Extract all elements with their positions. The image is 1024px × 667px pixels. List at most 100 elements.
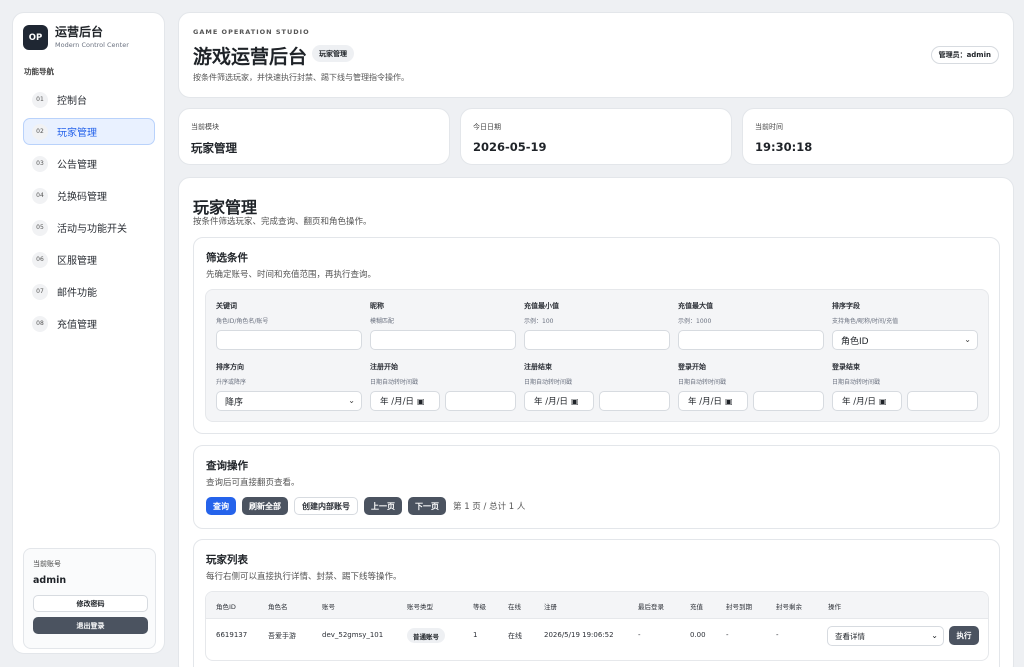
login-start-date-input[interactable]: 年 /月/日 ▣ — [678, 391, 748, 411]
nav-caption: 功能导航 — [24, 67, 54, 76]
account-panel: 当前账号 admin 修改密码 退出登录 — [23, 548, 156, 649]
sidebar-item-label: 充值管理 — [57, 320, 97, 331]
stat-today-date: 今日日期 2026-05-19 — [460, 108, 732, 165]
stat-value: 2026-05-19 — [473, 140, 547, 154]
register-start-date-input[interactable]: 年 /月/日 ▣ — [370, 391, 440, 411]
sidebar-item-players[interactable]: 02 玩家管理 — [23, 118, 155, 145]
stat-value: 玩家管理 — [191, 141, 237, 155]
app-subtitle: Modern Control Center — [55, 41, 129, 49]
register-end-date-input[interactable]: 年 /月/日 ▣ — [524, 391, 594, 411]
search-button[interactable]: 查询 — [206, 497, 236, 515]
selected-value: 角色ID — [841, 336, 869, 347]
keyword-input[interactable] — [216, 330, 362, 350]
sidebar-item-servers[interactable]: 06 区服管理 — [23, 246, 155, 273]
sidebar-item-dashboard[interactable]: 01 控制台 — [23, 86, 155, 113]
field-hint: 日期自动转时间戳 — [370, 379, 419, 386]
column-header: 角色名 — [268, 603, 288, 611]
sidebar-item-mail[interactable]: 07 邮件功能 — [23, 278, 155, 305]
cell-level: 1 — [473, 631, 478, 639]
calendar-icon[interactable]: ▣ — [417, 397, 425, 406]
cell-role-name: 吾爱手游 — [268, 632, 296, 640]
page-description: 按条件筛选玩家，并快速执行封禁、踢下线与管理指令操作。 — [193, 73, 409, 82]
date-placeholder: 年 /月/日 — [380, 397, 414, 407]
page-header: GAME OPERATION STUDIO 游戏运营后台 玩家管理 按条件筛选玩… — [178, 12, 1014, 98]
player-list-description: 每行右侧可以直接执行详情、封禁、踢下线等操作。 — [206, 572, 402, 582]
recharge-max-input[interactable] — [678, 330, 824, 350]
register-start-time-input[interactable] — [445, 391, 516, 411]
field-label: 注册开始 — [370, 363, 398, 371]
field-hint: 支持角色/昵称/时间/充值 — [832, 318, 899, 325]
app-logo: OP — [23, 25, 48, 50]
stat-current-time: 当前时间 19:30:18 — [742, 108, 1014, 165]
sidebar-item-recharge[interactable]: 08 充值管理 — [23, 310, 155, 337]
sidebar-item-redeem-codes[interactable]: 04 兑换码管理 — [23, 182, 155, 209]
stat-label: 当前模块 — [191, 123, 219, 131]
main-panel: 玩家管理 按条件筛选玩家、完成查询、翻页和角色操作。 筛选条件 先确定账号、时间… — [178, 177, 1014, 667]
field-hint: 日期自动转时间戳 — [832, 379, 881, 386]
account-caption: 当前账号 — [33, 560, 61, 568]
calendar-icon[interactable]: ▣ — [879, 397, 887, 406]
filter-register-end: 注册结束 日期自动转时间戳 年 /月/日 ▣ — [524, 362, 670, 411]
login-start-time-input[interactable] — [753, 391, 824, 411]
sidebar-item-label: 控制台 — [57, 96, 87, 107]
sidebar-item-label: 公告管理 — [57, 160, 97, 171]
player-table: 角色ID 角色名 账号 账号类型 等级 在线 注册 最后登录 充值 封号到期 封… — [205, 591, 989, 661]
create-internal-account-button[interactable]: 创建内部账号 — [294, 497, 358, 515]
sidebar-item-announcements[interactable]: 03 公告管理 — [23, 150, 155, 177]
field-hint: 日期自动转时间戳 — [524, 379, 573, 386]
cell-role-id: 6619137 — [216, 631, 248, 639]
nickname-input[interactable] — [370, 330, 516, 350]
sort-direction-select[interactable]: 降序 ⌄ — [216, 391, 362, 411]
field-hint: 日期自动转时间戳 — [678, 379, 727, 386]
calendar-icon[interactable]: ▣ — [571, 397, 579, 406]
admin-badge: 管理员：admin — [930, 46, 999, 64]
nav-number: 05 — [32, 219, 48, 236]
execute-button[interactable]: 执行 — [949, 626, 979, 645]
cell-online: 在线 — [508, 632, 522, 640]
column-header: 充值 — [690, 603, 703, 611]
player-list-section: 玩家列表 每行右侧可以直接执行详情、封禁、踢下线等操作。 角色ID 角色名 账号… — [193, 539, 1000, 667]
query-section: 查询操作 查询后可直接翻页查看。 查询 刷新全部 创建内部账号 上一页 下一页 … — [193, 445, 1000, 529]
row-action-select[interactable]: 查看详情 ⌄ — [827, 626, 944, 646]
sidebar-item-activities[interactable]: 05 活动与功能开关 — [23, 214, 155, 241]
chevron-down-icon: ⌄ — [931, 631, 938, 640]
recharge-min-input[interactable] — [524, 330, 670, 350]
calendar-icon[interactable]: ▣ — [725, 397, 733, 406]
date-placeholder: 年 /月/日 — [842, 397, 876, 407]
nav-number: 08 — [32, 315, 48, 332]
selected-value: 降序 — [225, 397, 244, 408]
filter-section: 筛选条件 先确定账号、时间和充值范围，再执行查询。 关键词 角色ID/角色名/账… — [193, 237, 1000, 434]
register-end-time-input[interactable] — [599, 391, 670, 411]
nav-number: 06 — [32, 251, 48, 268]
change-password-button[interactable]: 修改密码 — [33, 595, 148, 612]
next-page-button[interactable]: 下一页 — [408, 497, 446, 515]
sort-field-select[interactable]: 角色ID ⌄ — [832, 330, 978, 350]
pagination-info: 第 1 页 / 总计 1 人 — [453, 502, 526, 512]
chevron-down-icon: ⌄ — [964, 335, 971, 344]
field-hint: 示例：100 — [524, 318, 554, 325]
sidebar-nav: 01 控制台 02 玩家管理 03 公告管理 04 兑换码管理 05 活动与功能… — [23, 86, 155, 342]
field-label: 关键词 — [216, 302, 237, 310]
field-label: 登录开始 — [678, 363, 706, 371]
field-label: 充值最大值 — [678, 302, 713, 310]
login-end-date-input[interactable]: 年 /月/日 ▣ — [832, 391, 902, 411]
brand: OP 运营后台 Modern Control Center — [23, 25, 129, 50]
stat-value: 19:30:18 — [755, 140, 813, 154]
account-type-badge: 普通账号 — [407, 628, 445, 643]
column-header: 账号 — [322, 603, 335, 611]
filter-keyword: 关键词 角色ID/角色名/账号 — [216, 301, 362, 350]
filter-login-end: 登录结束 日期自动转时间戳 年 /月/日 ▣ — [832, 362, 978, 411]
column-header: 注册 — [544, 603, 557, 611]
table-header: 角色ID 角色名 账号 账号类型 等级 在线 注册 最后登录 充值 封号到期 封… — [206, 592, 988, 619]
filter-sort-direction: 排序方向 升序或降序 降序 ⌄ — [216, 362, 362, 411]
refresh-all-button[interactable]: 刷新全部 — [242, 497, 288, 515]
field-hint: 模糊匹配 — [370, 318, 395, 325]
cell-account: dev_52gmsy_101 — [322, 631, 384, 639]
column-header: 在线 — [508, 603, 521, 611]
nav-number: 03 — [32, 155, 48, 172]
filter-description: 先确定账号、时间和充值范围，再执行查询。 — [206, 270, 377, 280]
app-title: 运营后台 — [55, 25, 104, 39]
login-end-time-input[interactable] — [907, 391, 978, 411]
logout-button[interactable]: 退出登录 — [33, 617, 148, 634]
prev-page-button[interactable]: 上一页 — [364, 497, 402, 515]
